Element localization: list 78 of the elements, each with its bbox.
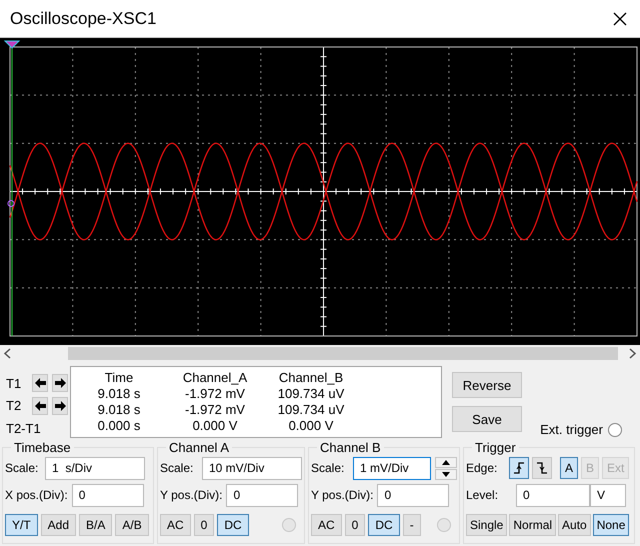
arrow-left-icon (34, 378, 46, 388)
mode-button[interactable]: AC (160, 514, 191, 536)
scale-field[interactable]: 1 mV/Div (353, 456, 431, 480)
table-cell-text: 0.000 V (288, 418, 334, 434)
table-cell-text: 109.734 uV (276, 402, 346, 418)
position-field[interactable]: 0 (377, 484, 450, 506)
mode-button[interactable]: B/A (79, 514, 112, 536)
table-cell-text: 9.018 s (96, 402, 142, 418)
level-field[interactable]: 0 (516, 484, 590, 506)
arrow-right-icon (54, 378, 66, 388)
mode-button[interactable]: - (402, 514, 421, 536)
mode-button[interactable]: Single (466, 514, 508, 536)
scale-field[interactable]: 1 s/Div (45, 456, 145, 480)
cursor-left-button[interactable] (32, 374, 48, 392)
cursor-label: T2-T1 (6, 421, 41, 436)
cursor-right-button[interactable] (52, 374, 68, 392)
arrow-right-icon (54, 400, 66, 411)
mode-button[interactable]: AC (311, 514, 342, 536)
mode-button[interactable]: DC (368, 514, 400, 536)
mode-button[interactable]: Add (40, 514, 76, 536)
cursor-left-button[interactable] (32, 396, 48, 415)
arrow-left-icon (34, 400, 46, 411)
cursor-label: T2 (6, 398, 22, 414)
column-header: Time (104, 370, 134, 386)
group-title: Channel A (168, 440, 230, 455)
source-button[interactable]: A (560, 457, 578, 479)
rising-edge-icon (511, 460, 527, 476)
window-title: Oscilloscope-XSC1 (10, 8, 156, 28)
caret-down-icon (442, 472, 450, 476)
unit-field[interactable]: V (590, 484, 626, 506)
mode-button[interactable]: DC (217, 514, 249, 536)
table-cell-text: -1.972 mV (184, 386, 246, 402)
mode-button[interactable]: 0 (194, 514, 214, 536)
edge-button[interactable] (532, 457, 552, 479)
mode-button[interactable]: Normal (509, 514, 556, 536)
cursor-label: T1 (6, 376, 22, 391)
group-title: Timebase (13, 440, 72, 455)
mode-button[interactable]: Y/T (5, 514, 38, 536)
spin-up-button[interactable] (435, 456, 457, 468)
mode-button[interactable]: Auto (558, 514, 591, 536)
edge-button[interactable] (509, 457, 529, 479)
field-label: Scale: (311, 461, 346, 475)
table-cell-text: 0.000 V (192, 418, 238, 434)
radio-button[interactable] (437, 518, 451, 532)
cursor-line[interactable] (4, 40, 20, 336)
mode-button[interactable]: 0 (344, 514, 366, 536)
group-title: Channel B (319, 440, 382, 455)
position-field[interactable]: 0 (226, 484, 298, 506)
scale-field[interactable]: 10 mV/Div (202, 456, 302, 480)
table-cell-text: -1.972 mV (184, 402, 246, 418)
table-cell-text: 9.018 s (96, 386, 142, 402)
field-label: Scale: (160, 461, 194, 475)
channel-marker-icon (8, 200, 14, 207)
column-header: Channel_B (278, 370, 344, 386)
close-icon[interactable] (612, 10, 628, 26)
scrollbar-thumb[interactable] (68, 347, 618, 360)
radio-button[interactable] (608, 422, 622, 436)
field-label: Scale: (5, 461, 40, 475)
action-button[interactable]: Save (452, 406, 522, 432)
field-label: Edge: (466, 461, 498, 475)
table-cell-text: 0.000 s (96, 418, 142, 434)
caret-up-icon (442, 460, 450, 464)
field-label: Y pos.(Div): (311, 488, 374, 502)
column-header: Channel_A (182, 370, 248, 386)
field-label: Y pos.(Div): (160, 488, 222, 502)
position-field[interactable]: 0 (72, 484, 144, 506)
field-label: Level: (466, 488, 500, 502)
mode-button[interactable]: None (592, 514, 630, 536)
radio-button[interactable] (282, 518, 296, 532)
action-button[interactable]: Reverse (452, 372, 522, 398)
spin-down-button[interactable] (435, 468, 457, 480)
group-title: Trigger (474, 440, 517, 455)
table-cell-text: 109.734 uV (276, 386, 346, 402)
cursor-right-button[interactable] (52, 396, 68, 415)
mode-button[interactable]: A/B (115, 514, 149, 536)
field-label: X pos.(Div): (5, 488, 68, 502)
ext-trigger-label: Ext. trigger (540, 422, 603, 437)
falling-edge-icon (534, 460, 550, 476)
